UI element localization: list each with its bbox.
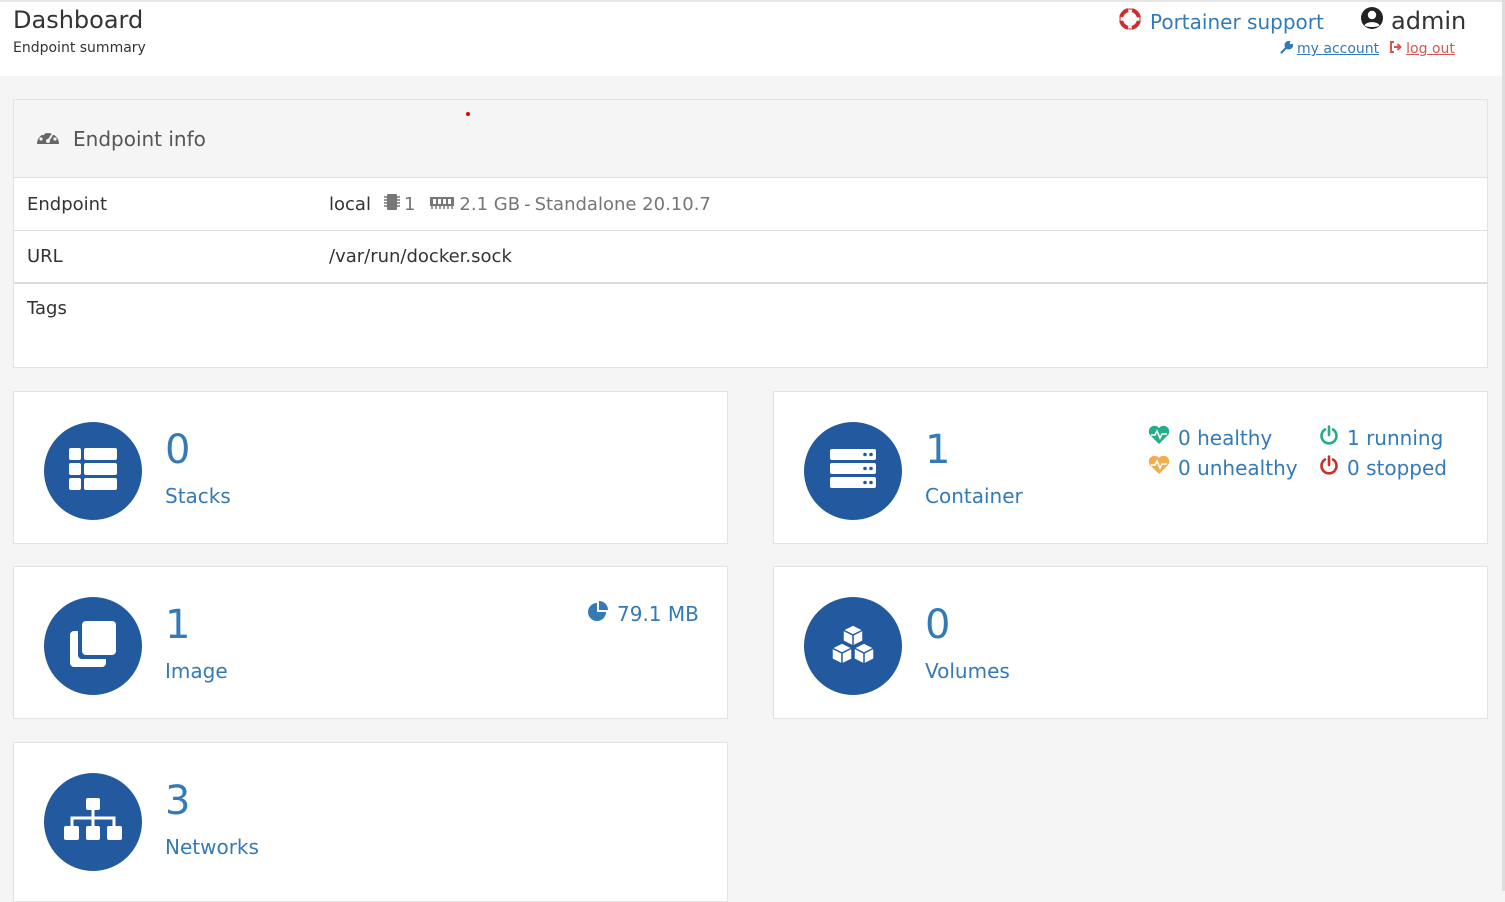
page-subtitle: Endpoint summary: [13, 40, 146, 56]
networks-card[interactable]: 3 Networks: [13, 742, 728, 902]
containers-count: 1: [925, 427, 951, 473]
endpoint-value: local 1 2.1 GB - Standalone 20.10.7: [329, 192, 711, 217]
tachometer-icon: [35, 126, 61, 151]
volumes-count: 0: [925, 602, 951, 648]
sitemap-icon: [64, 798, 122, 846]
networks-label: Networks: [165, 835, 259, 859]
page-header: Dashboard Endpoint summary Portainer sup…: [0, 0, 1505, 76]
images-count: 1: [165, 602, 191, 648]
account-links: my account log out: [1280, 40, 1455, 58]
my-account-link[interactable]: my account: [1280, 40, 1379, 58]
images-size: 79.1 MB: [587, 600, 699, 627]
cubes-icon: [829, 623, 877, 669]
th-list-icon: [69, 448, 117, 494]
running-status: 1 running: [1319, 425, 1443, 450]
username: admin: [1391, 7, 1467, 35]
clone-icon: [70, 621, 116, 671]
stacks-card[interactable]: 0 Stacks: [13, 391, 728, 544]
cpu-count: 1: [403, 193, 416, 215]
user-circle-icon: [1360, 6, 1384, 36]
healthy-count: 0 healthy: [1178, 425, 1273, 450]
endpoint-row: Endpoint local 1 2.1 GB - Standalone 20.…: [14, 178, 1487, 231]
tags-label: Tags: [27, 298, 67, 319]
running-count: 1 running: [1347, 425, 1444, 450]
page-title: Dashboard: [13, 6, 144, 34]
endpoint-mode: Standalone 20.10.7: [534, 193, 711, 215]
heartbeat-icon: [1148, 455, 1170, 480]
images-icon-circle: [44, 597, 142, 695]
containers-label: Container: [925, 484, 1023, 508]
heartbeat-icon: [1148, 425, 1170, 450]
url-label: URL: [27, 246, 63, 267]
endpoint-label: Endpoint: [27, 193, 108, 215]
images-label: Image: [165, 659, 228, 683]
wrench-icon: [1280, 40, 1294, 58]
log-out-label: log out: [1406, 41, 1455, 57]
my-account-label: my account: [1297, 41, 1380, 57]
networks-icon-circle: [44, 773, 142, 871]
images-size-value: 79.1 MB: [617, 601, 699, 626]
user-menu: admin: [1360, 6, 1466, 36]
tags-row: Tags: [14, 284, 1487, 368]
stacks-count: 0: [165, 427, 191, 473]
power-off-icon: [1319, 455, 1339, 480]
stopped-status: 0 stopped: [1319, 455, 1447, 480]
cpu-icon: [383, 192, 401, 217]
healthy-status: 0 healthy: [1148, 425, 1272, 450]
server-icon: [830, 449, 876, 493]
power-off-icon: [1319, 425, 1339, 450]
networks-count: 3: [165, 778, 191, 824]
portainer-support-link[interactable]: Portainer support: [1119, 8, 1324, 35]
stopped-count: 0 stopped: [1347, 455, 1447, 480]
portainer-support-label: Portainer support: [1150, 9, 1324, 34]
containers-card[interactable]: 1 Container 0 healthy 0 unhealthy 1 runn…: [773, 391, 1488, 544]
endpoint-name: local: [329, 193, 371, 215]
volumes-card[interactable]: 0 Volumes: [773, 566, 1488, 719]
memory-icon: [429, 194, 455, 215]
stacks-icon-circle: [44, 422, 142, 520]
endpoint-info-title: Endpoint info: [73, 126, 206, 151]
stacks-label: Stacks: [165, 484, 231, 508]
url-value: /var/run/docker.sock: [329, 246, 512, 267]
endpoint-separator: -: [524, 193, 531, 215]
memory-size: 2.1 GB: [459, 193, 521, 215]
url-row: URL /var/run/docker.sock: [14, 231, 1487, 284]
log-out-link[interactable]: log out: [1389, 40, 1455, 58]
unhealthy-count: 0 unhealthy: [1178, 455, 1298, 480]
volumes-label: Volumes: [925, 659, 1010, 683]
containers-icon-circle: [804, 422, 902, 520]
volumes-icon-circle: [804, 597, 902, 695]
endpoint-info-widget: Endpoint info Endpoint local 1 2.1 GB - …: [13, 99, 1488, 368]
endpoint-info-header: Endpoint info: [14, 100, 1487, 178]
pie-chart-icon: [587, 600, 609, 627]
images-card[interactable]: 1 Image 79.1 MB: [13, 566, 728, 719]
sign-out-icon: [1389, 40, 1403, 58]
red-dot-marker: [466, 112, 470, 116]
life-ring-icon: [1119, 8, 1141, 35]
unhealthy-status: 0 unhealthy: [1148, 455, 1298, 480]
